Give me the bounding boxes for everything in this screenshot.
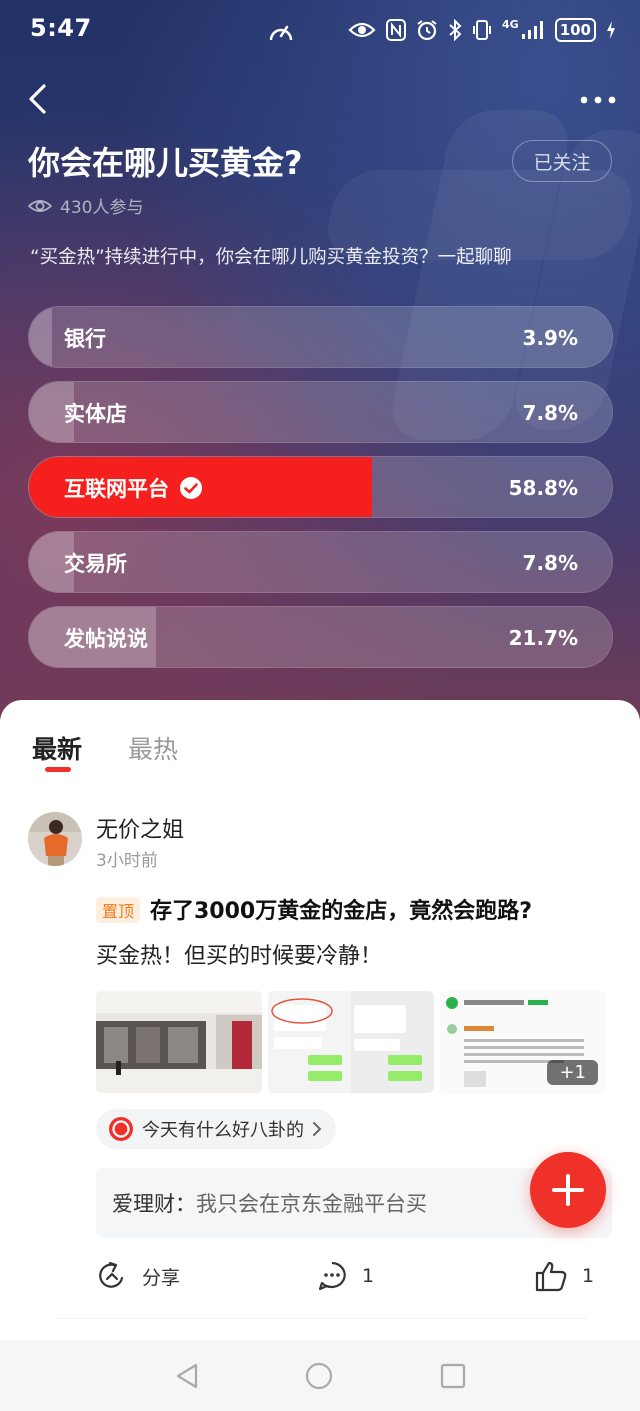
comment-author: 爱理财： — [112, 1192, 196, 1216]
topic-tag[interactable]: 今天有什么好八卦的 — [96, 1109, 336, 1149]
poll-option-label-wrap: 交易所 — [64, 532, 127, 592]
divider — [56, 1318, 586, 1319]
poll-option-label: 实体店 — [64, 402, 127, 426]
nav-back-button[interactable] — [174, 1362, 200, 1394]
posts-panel: 最新 最热 无价之姐 3小时前 置顶 存了3000万黄金的金店，竟然会跑路? 买… — [0, 700, 640, 1411]
signal-icon — [521, 20, 545, 40]
vibrate-icon — [472, 19, 492, 41]
status-time: 5:47 — [30, 14, 92, 42]
poll-option-percent: 58.8% — [508, 476, 578, 500]
active-tab-indicator — [45, 767, 71, 772]
alarm-icon — [416, 19, 438, 41]
poll-option[interactable]: 发帖说说 21.7% — [28, 606, 613, 668]
charging-icon — [606, 20, 616, 40]
battery-icon: 100 — [554, 18, 596, 42]
post-title[interactable]: 存了3000万黄金的金店，竟然会跑路? — [150, 893, 532, 925]
poll-option-label-wrap: 发帖说说 — [64, 607, 148, 667]
more-dots-icon — [580, 96, 616, 104]
follow-button[interactable]: 已关注 — [512, 140, 612, 182]
system-navigation-bar — [0, 1340, 640, 1411]
status-bar: 5:47 4G 100 — [0, 0, 640, 64]
speed-gauge-icon — [268, 20, 294, 48]
back-button[interactable] — [22, 82, 56, 116]
poll-option-percent: 21.7% — [508, 626, 578, 650]
tab-latest[interactable]: 最新 — [32, 730, 82, 766]
eye-icon — [28, 199, 52, 212]
post-time: 3小时前 — [96, 851, 158, 871]
chevron-right-icon — [313, 1122, 322, 1136]
topic-description: “买金热”持续进行中，你会在哪儿购买黄金投资？一起聊聊 — [30, 247, 512, 268]
more-options-button[interactable] — [578, 88, 618, 112]
poll-option-label: 银行 — [64, 327, 106, 351]
check-circle-icon — [180, 477, 202, 499]
eye-icon — [348, 20, 376, 40]
circle-home-icon — [305, 1362, 333, 1390]
share-label: 分享 — [142, 1266, 181, 1289]
poll-option[interactable]: 实体店 7.8% — [28, 381, 613, 443]
topic-header: 5:47 4G 100 你会在哪儿买黄金? 已关注 430人参与 “买金热”持续… — [0, 0, 640, 720]
plus-icon — [552, 1174, 584, 1206]
poll-option-label: 发帖说说 — [64, 627, 148, 651]
post-image-chat-screenshot[interactable] — [268, 991, 434, 1093]
network-type: 4G — [502, 18, 519, 31]
create-post-button[interactable] — [530, 1152, 606, 1228]
like-count: 1 — [582, 1265, 595, 1287]
participants-count: 430人参与 — [28, 193, 143, 218]
poll-option-label: 互联网平台 — [64, 477, 169, 501]
tab-hot[interactable]: 最热 — [128, 730, 178, 766]
square-recents-icon — [440, 1363, 466, 1389]
triangle-back-icon — [176, 1363, 198, 1389]
like-button[interactable]: 1 — [534, 1254, 594, 1298]
comment-count: 1 — [362, 1265, 375, 1287]
chevron-left-icon — [29, 84, 46, 114]
author-name[interactable]: 无价之姐 — [96, 812, 184, 844]
nav-home-button[interactable] — [305, 1362, 333, 1394]
poll-option[interactable]: 互联网平台 58.8% — [28, 456, 613, 518]
post-body[interactable]: 买金热！但买的时候要冷静！ — [96, 938, 382, 970]
page-title: 你会在哪儿买黄金? — [28, 144, 303, 182]
poll-option-label: 交易所 — [64, 552, 127, 576]
participants-label: 430人参与 — [60, 198, 144, 218]
nav-recents-button[interactable] — [440, 1362, 466, 1394]
post-image-notice[interactable]: +1 — [440, 991, 606, 1093]
post-image-storefront[interactable] — [96, 991, 262, 1093]
comment-icon — [318, 1261, 346, 1291]
post-images: +1 — [96, 991, 606, 1093]
poll-option[interactable]: 银行 3.9% — [28, 306, 613, 368]
poll-option-label-wrap: 银行 — [64, 307, 106, 367]
thumbs-up-icon — [535, 1261, 567, 1292]
comment-text: 我只会在京东金融平台买 — [196, 1192, 427, 1216]
topic-tag-label: 今天有什么好八卦的 — [142, 1120, 304, 1141]
poll-option-fill — [29, 307, 52, 367]
poll-option-percent: 7.8% — [522, 401, 578, 425]
poll-option-label-wrap: 互联网平台 — [64, 457, 203, 517]
nfc-icon — [386, 19, 406, 41]
topic-circle-icon — [109, 1117, 133, 1141]
more-images-badge[interactable]: +1 — [547, 1060, 598, 1085]
share-button[interactable]: 分享 — [96, 1254, 180, 1298]
avatar[interactable] — [28, 812, 82, 866]
comment-button[interactable]: 1 — [316, 1254, 374, 1298]
poll-option-percent: 3.9% — [522, 326, 578, 350]
pinned-badge: 置顶 — [96, 897, 141, 923]
share-icon — [99, 1261, 124, 1288]
poll-option-label-wrap: 实体店 — [64, 382, 127, 442]
post-actions: 分享 1 1 — [0, 1254, 640, 1298]
poll-option[interactable]: 交易所 7.8% — [28, 531, 613, 593]
poll-option-percent: 7.8% — [522, 551, 578, 575]
bluetooth-icon — [448, 19, 462, 41]
